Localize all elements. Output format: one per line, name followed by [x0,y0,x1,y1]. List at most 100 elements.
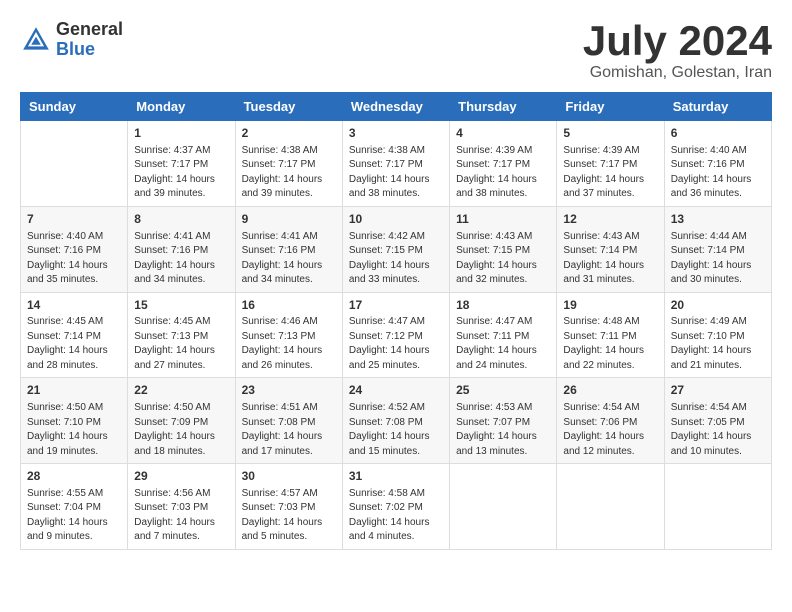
calendar-header-thursday: Thursday [450,93,557,121]
location-subtitle: Gomishan, Golestan, Iran [583,64,772,82]
day-info: Sunrise: 4:37 AM Sunset: 7:17 PM Dayligh… [134,144,228,202]
day-number: 14 [27,297,121,314]
day-info: Sunrise: 4:40 AM Sunset: 7:16 PM Dayligh… [671,144,765,202]
calendar-cell: 17Sunrise: 4:47 AM Sunset: 7:12 PM Dayli… [342,292,449,378]
calendar-cell: 14Sunrise: 4:45 AM Sunset: 7:14 PM Dayli… [21,292,128,378]
day-info: Sunrise: 4:45 AM Sunset: 7:13 PM Dayligh… [134,315,228,373]
day-number: 17 [349,297,443,314]
calendar-cell: 16Sunrise: 4:46 AM Sunset: 7:13 PM Dayli… [235,292,342,378]
day-info: Sunrise: 4:56 AM Sunset: 7:03 PM Dayligh… [134,487,228,545]
calendar-cell: 4 Sunrise: 4:39 AM Sunset: 7:17 PM Daylig… [450,121,557,207]
calendar-cell: 13Sunrise: 4:44 AM Sunset: 7:14 PM Dayli… [664,206,771,292]
day-info: Sunrise: 4:38 AM Sunset: 7:17 PM Dayligh… [349,144,443,202]
day-info: Sunrise: 4:50 AM Sunset: 7:09 PM Dayligh… [134,401,228,459]
day-info: Sunrise: 4:52 AM Sunset: 7:08 PM Dayligh… [349,401,443,459]
calendar-cell: 2 Sunrise: 4:38 AM Sunset: 7:17 PM Daylig… [235,121,342,207]
calendar-cell [557,464,664,550]
day-info: Sunrise: 4:47 AM Sunset: 7:12 PM Dayligh… [349,315,443,373]
calendar-cell: 21 Sunrise: 4:50 AM Sunset: 7:10 PM Dayli… [21,378,128,464]
day-number: 16 [242,297,336,314]
day-info: Sunrise: 4:55 AM Sunset: 7:04 PM Dayligh… [27,487,121,545]
day-number: 22 [134,382,228,399]
calendar-cell: 28 Sunrise: 4:55 AM Sunset: 7:04 PM Dayli… [21,464,128,550]
day-number: 6 [671,125,765,142]
day-info: Sunrise: 4:46 AM Sunset: 7:13 PM Dayligh… [242,315,336,373]
calendar-cell: 25 Sunrise: 4:53 AM Sunset: 7:07 PM Dayli… [450,378,557,464]
day-number: 1 [134,125,228,142]
title-section: July 2024 Gomishan, Golestan, Iran [583,20,772,82]
day-number: 15 [134,297,228,314]
day-number: 20 [671,297,765,314]
day-info: Sunrise: 4:38 AM Sunset: 7:17 PM Dayligh… [242,144,336,202]
day-info: Sunrise: 4:50 AM Sunset: 7:10 PM Dayligh… [27,401,121,459]
calendar-cell: 8Sunrise: 4:41 AM Sunset: 7:16 PM Daylig… [128,206,235,292]
calendar-cell: 26 Sunrise: 4:54 AM Sunset: 7:06 PM Dayli… [557,378,664,464]
day-info: Sunrise: 4:47 AM Sunset: 7:11 PM Dayligh… [456,315,550,373]
calendar-cell: 7 Sunrise: 4:40 AM Sunset: 7:16 PM Daylig… [21,206,128,292]
calendar-cell [21,121,128,207]
calendar-cell: 19Sunrise: 4:48 AM Sunset: 7:11 PM Dayli… [557,292,664,378]
calendar-cell: 20Sunrise: 4:49 AM Sunset: 7:10 PM Dayli… [664,292,771,378]
calendar-cell: 10Sunrise: 4:42 AM Sunset: 7:15 PM Dayli… [342,206,449,292]
day-info: Sunrise: 4:39 AM Sunset: 7:17 PM Dayligh… [456,144,550,202]
calendar-header-tuesday: Tuesday [235,93,342,121]
calendar-cell [450,464,557,550]
day-number: 13 [671,211,765,228]
day-number: 8 [134,211,228,228]
calendar-cell: 29 Sunrise: 4:56 AM Sunset: 7:03 PM Dayli… [128,464,235,550]
calendar-cell: 22 Sunrise: 4:50 AM Sunset: 7:09 PM Dayli… [128,378,235,464]
day-number: 26 [563,382,657,399]
month-title: July 2024 [583,20,772,62]
day-number: 21 [27,382,121,399]
day-number: 24 [349,382,443,399]
calendar-cell: 5Sunrise: 4:39 AM Sunset: 7:17 PM Daylig… [557,121,664,207]
day-number: 7 [27,211,121,228]
day-number: 4 [456,125,550,142]
day-number: 12 [563,211,657,228]
day-number: 23 [242,382,336,399]
calendar-cell: 11Sunrise: 4:43 AM Sunset: 7:15 PM Dayli… [450,206,557,292]
day-number: 10 [349,211,443,228]
day-number: 19 [563,297,657,314]
calendar-week-row: 21 Sunrise: 4:50 AM Sunset: 7:10 PM Dayli… [21,378,772,464]
day-number: 18 [456,297,550,314]
day-info: Sunrise: 4:45 AM Sunset: 7:14 PM Dayligh… [27,315,121,373]
calendar-week-row: 14Sunrise: 4:45 AM Sunset: 7:14 PM Dayli… [21,292,772,378]
calendar-cell: 15Sunrise: 4:45 AM Sunset: 7:13 PM Dayli… [128,292,235,378]
day-info: Sunrise: 4:53 AM Sunset: 7:07 PM Dayligh… [456,401,550,459]
day-info: Sunrise: 4:54 AM Sunset: 7:06 PM Dayligh… [563,401,657,459]
day-info: Sunrise: 4:49 AM Sunset: 7:10 PM Dayligh… [671,315,765,373]
header: General Blue July 2024 Gomishan, Golesta… [20,20,772,82]
logo: General Blue [20,20,123,60]
calendar-table: SundayMondayTuesdayWednesdayThursdayFrid… [20,92,772,550]
calendar-cell: 12 Sunrise: 4:43 AM Sunset: 7:14 PM Dayli… [557,206,664,292]
logo-general-text: General [56,20,123,40]
day-info: Sunrise: 4:58 AM Sunset: 7:02 PM Dayligh… [349,487,443,545]
calendar-cell: 1 Sunrise: 4:37 AM Sunset: 7:17 PM Daylig… [128,121,235,207]
day-number: 2 [242,125,336,142]
day-number: 29 [134,468,228,485]
calendar-header-row: SundayMondayTuesdayWednesdayThursdayFrid… [21,93,772,121]
calendar-cell: 6 Sunrise: 4:40 AM Sunset: 7:16 PM Daylig… [664,121,771,207]
calendar-header-monday: Monday [128,93,235,121]
calendar-cell: 23Sunrise: 4:51 AM Sunset: 7:08 PM Dayli… [235,378,342,464]
calendar-week-row: 28 Sunrise: 4:55 AM Sunset: 7:04 PM Dayli… [21,464,772,550]
calendar-header-sunday: Sunday [21,93,128,121]
day-info: Sunrise: 4:40 AM Sunset: 7:16 PM Dayligh… [27,230,121,288]
day-info: Sunrise: 4:43 AM Sunset: 7:15 PM Dayligh… [456,230,550,288]
day-info: Sunrise: 4:39 AM Sunset: 7:17 PM Dayligh… [563,144,657,202]
day-number: 28 [27,468,121,485]
calendar-cell: 9Sunrise: 4:41 AM Sunset: 7:16 PM Daylig… [235,206,342,292]
calendar-cell [664,464,771,550]
calendar-cell: 3 Sunrise: 4:38 AM Sunset: 7:17 PM Daylig… [342,121,449,207]
logo-blue-text: Blue [56,40,123,60]
day-number: 27 [671,382,765,399]
day-number: 25 [456,382,550,399]
day-info: Sunrise: 4:43 AM Sunset: 7:14 PM Dayligh… [563,230,657,288]
calendar-cell: 27 Sunrise: 4:54 AM Sunset: 7:05 PM Dayli… [664,378,771,464]
day-info: Sunrise: 4:54 AM Sunset: 7:05 PM Dayligh… [671,401,765,459]
calendar-cell: 30Sunrise: 4:57 AM Sunset: 7:03 PM Dayli… [235,464,342,550]
logo-text: General Blue [56,20,123,60]
day-number: 3 [349,125,443,142]
calendar-cell: 18Sunrise: 4:47 AM Sunset: 7:11 PM Dayli… [450,292,557,378]
